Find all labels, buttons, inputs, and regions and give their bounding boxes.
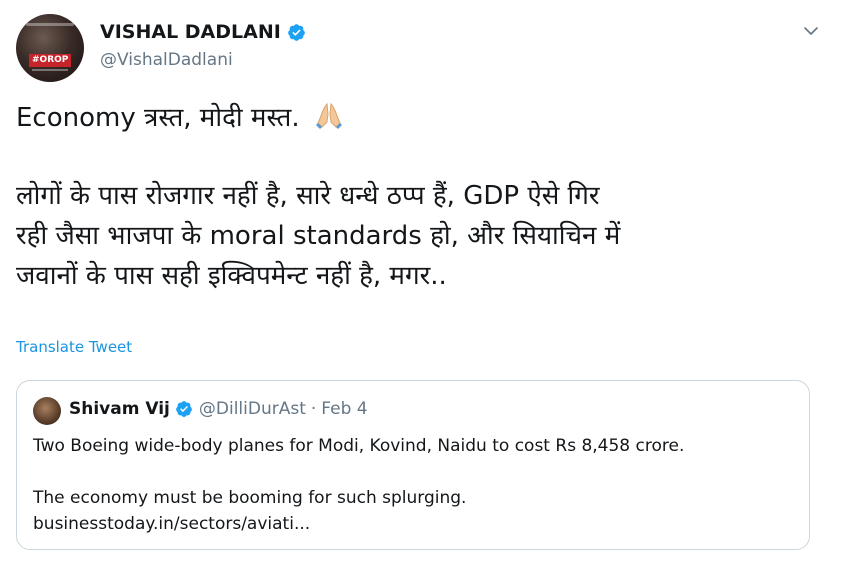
quoted-tweet-text: Two Boeing wide-body planes for Modi, Ko… — [33, 433, 793, 537]
tweet-line: जवानों के पास सही इक्विपमेन्ट नहीं है, म… — [16, 261, 447, 291]
quoted-line: Two Boeing wide-body planes for Modi, Ko… — [33, 436, 685, 456]
tweet-line: Economy त्रस्त, मोदी मस्त. — [16, 98, 816, 138]
author-avatar[interactable]: #OROP — [16, 14, 84, 82]
author-handle[interactable]: @VishalDadlani — [100, 50, 233, 70]
quoted-author-handle[interactable]: @DilliDurAst — [199, 399, 306, 419]
quoted-link[interactable]: businesstoday.in/sectors/aviati... — [33, 511, 793, 537]
verified-badge-icon — [288, 23, 305, 41]
verified-badge-icon — [175, 401, 192, 417]
translate-tweet-link[interactable]: Translate Tweet — [16, 338, 132, 356]
quoted-author-name[interactable]: Shivam Vij — [69, 399, 170, 419]
avatar-decoration — [26, 23, 74, 26]
avatar-tag: #OROP — [29, 54, 72, 67]
avatar-decoration — [32, 69, 68, 71]
tweet-line-text: Economy त्रस्त, मोदी मस्त. — [16, 103, 300, 133]
quoted-header: Shivam Vij @DilliDurAst · Feb 4 — [69, 399, 368, 419]
separator-dot: · — [310, 399, 317, 419]
quoted-tweet-date[interactable]: Feb 4 — [321, 399, 367, 419]
author-name-row[interactable]: VISHAL DADLANI — [100, 21, 306, 43]
tweet-text: Economy त्रस्त, मोदी मस्त. लोगों के पास … — [16, 98, 816, 296]
quoted-tweet-card[interactable]: Shivam Vij @DilliDurAst · Feb 4 Two Boei… — [16, 380, 810, 550]
tweet-line: रही जैसा भाजपा के moral standards हो, और… — [16, 221, 621, 251]
quoted-line: The economy must be booming for such spl… — [33, 488, 467, 508]
author-name[interactable]: VISHAL DADLANI — [100, 21, 281, 43]
tweet-line: लोगों के पास रोजगार नहीं है, सारे धन्धे … — [16, 181, 600, 211]
folded-hands-icon — [315, 102, 342, 129]
quoted-author-avatar[interactable] — [33, 397, 61, 425]
chevron-down-icon[interactable] — [802, 22, 820, 40]
